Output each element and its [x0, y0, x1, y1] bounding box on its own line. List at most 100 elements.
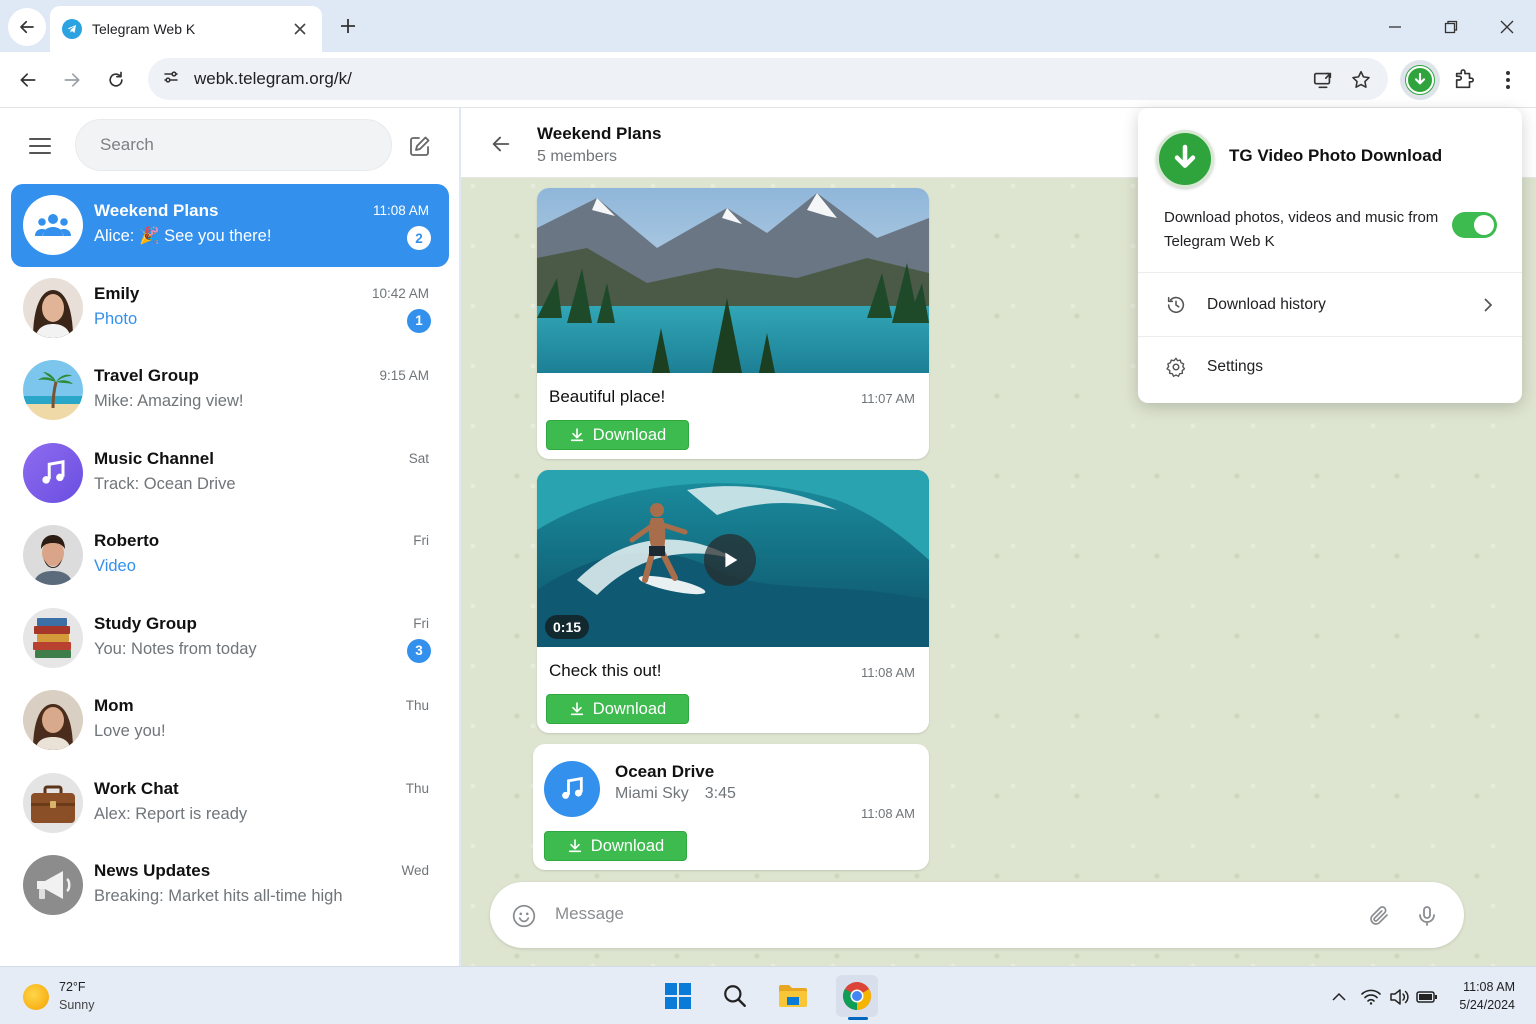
attach-icon[interactable] — [1364, 901, 1394, 931]
megaphone-icon — [37, 871, 71, 899]
avatar — [23, 772, 83, 833]
emoji-icon[interactable] — [510, 902, 538, 930]
reload-button[interactable] — [98, 62, 134, 98]
hamburger-icon — [29, 138, 51, 154]
site-settings-icon[interactable] — [162, 68, 180, 91]
download-icon — [570, 428, 583, 442]
close-tab-icon[interactable] — [290, 19, 310, 39]
taskbar-search-button[interactable] — [714, 975, 756, 1017]
clock-date[interactable]: 5/24/2024 — [1459, 998, 1515, 1012]
download-label: Download — [590, 836, 665, 855]
tg-downloader-extension-button[interactable] — [1400, 60, 1440, 100]
mountain-lake-photo[interactable] — [537, 188, 929, 373]
chat-item-study-group[interactable]: Study Group You: Notes from today Fri 3 — [11, 597, 449, 680]
chat-preview: Video — [94, 557, 136, 576]
gear-icon — [1164, 355, 1188, 379]
settings-label: Settings — [1207, 358, 1264, 375]
briefcase-icon — [31, 785, 75, 823]
bookmark-star-icon[interactable] — [1348, 67, 1374, 93]
books-icon — [33, 617, 71, 658]
chat-preview: Photo — [94, 310, 137, 329]
chat-preview-text: Photo — [94, 309, 138, 328]
audio-duration: 3:45 — [704, 785, 736, 802]
chat-item-roberto[interactable]: Roberto Video Fri — [11, 514, 449, 597]
chat-name: Roberto — [94, 531, 160, 550]
chat-item-work-chat[interactable]: Work Chat Alex: Report is ready Thu — [11, 762, 449, 845]
avatar — [23, 607, 83, 668]
new-tab-button[interactable] — [334, 12, 362, 40]
clock-time[interactable]: 11:08 AM — [1463, 980, 1515, 994]
main-menu-button[interactable] — [24, 132, 56, 160]
settings-item[interactable]: Settings — [1138, 337, 1522, 397]
chat-item-weekend-plans[interactable]: Weekend Plans Alice: 🎉 See you there! 11… — [11, 184, 449, 267]
back-button[interactable] — [10, 62, 46, 98]
chrome-icon — [843, 982, 871, 1010]
download-history-item[interactable]: Download history — [1138, 275, 1522, 335]
url-text[interactable]: webk.telegram.org/k/ — [194, 69, 352, 89]
volume-icon[interactable] — [1388, 986, 1410, 1008]
search-input[interactable]: Search — [75, 119, 392, 171]
chat-preview-text: Love you! — [94, 722, 166, 740]
battery-icon[interactable] — [1416, 986, 1438, 1008]
chat-time: Thu — [405, 698, 429, 713]
play-icon — [725, 552, 738, 568]
chat-preview-sender: You: — [94, 639, 127, 658]
browser-menu-button[interactable] — [1488, 60, 1528, 100]
browser-tab[interactable]: Telegram Web K — [50, 6, 322, 52]
address-bar[interactable]: webk.telegram.org/k/ — [148, 58, 1388, 100]
audio-play-button[interactable] — [544, 761, 600, 817]
chat-name: Emily — [94, 283, 140, 303]
photo-message: Beautiful place! 11:07 AM Download — [537, 188, 929, 459]
tab-search-button[interactable] — [8, 8, 46, 46]
message-input[interactable]: Message — [555, 904, 624, 924]
chat-item-mom[interactable]: Mom Love you! Thu — [11, 679, 449, 762]
chat-members-count: 5 members — [537, 148, 618, 165]
chat-item-emily[interactable]: Emily Photo 10:42 AM 1 — [11, 267, 449, 350]
extension-popup: TG Video Photo Download Download photos,… — [1138, 108, 1522, 403]
chat-item-music-channel[interactable]: Music Channel Track: Ocean Drive Sat — [11, 432, 449, 515]
chat-item-travel-group[interactable]: Travel Group Mike: Amazing view! 9:15 AM — [11, 349, 449, 432]
compose-icon — [410, 136, 430, 156]
weather-temperature[interactable]: 72°F — [59, 980, 86, 994]
message-time: 11:07 AM — [861, 391, 915, 406]
divider — [1138, 272, 1522, 273]
microphone-icon[interactable] — [1412, 901, 1442, 931]
arrow-left-icon — [20, 20, 34, 34]
download-icon — [568, 839, 581, 853]
sun-icon[interactable] — [23, 984, 49, 1010]
woman-avatar-icon — [23, 277, 83, 338]
new-message-button[interactable] — [404, 130, 436, 162]
download-button[interactable]: Download — [546, 420, 689, 450]
download-button[interactable]: Download — [546, 694, 689, 724]
chat-preview-text: Video — [94, 557, 136, 575]
chevron-up-icon[interactable] — [1328, 986, 1350, 1008]
chat-name: News Updates — [94, 861, 211, 880]
back-button[interactable] — [485, 128, 517, 160]
arrow-left-icon — [492, 136, 510, 152]
start-button[interactable] — [657, 975, 699, 1017]
restore-button[interactable] — [1434, 10, 1468, 44]
avatar — [23, 442, 83, 503]
minimize-button[interactable] — [1378, 10, 1412, 44]
puzzle-icon — [1455, 69, 1474, 89]
message-composer[interactable]: Message — [490, 882, 1464, 948]
download-button[interactable]: Download — [544, 831, 687, 861]
close-window-button[interactable] — [1490, 10, 1524, 44]
surfing-video[interactable]: 0:15 — [537, 470, 929, 647]
man-avatar-icon — [23, 525, 83, 585]
group-avatar — [23, 195, 83, 255]
chat-item-news-updates[interactable]: News Updates Breaking: Market hits all-t… — [11, 844, 449, 927]
play-button[interactable] — [704, 534, 756, 586]
forward-button[interactable] — [54, 62, 90, 98]
file-explorer-button[interactable] — [772, 975, 814, 1017]
palm-beach-icon — [23, 360, 83, 420]
audio-meta: Miami Sky 3:45 — [615, 785, 736, 803]
chrome-taskbar-button[interactable] — [836, 975, 878, 1017]
wifi-icon[interactable] — [1360, 986, 1382, 1008]
enable-download-toggle[interactable] — [1452, 212, 1497, 238]
extensions-button[interactable] — [1444, 60, 1484, 100]
download-extension-icon — [1406, 66, 1434, 94]
weather-condition[interactable]: Sunny — [59, 998, 94, 1012]
chat-preview-text: Track: Ocean Drive — [94, 474, 236, 493]
install-app-icon[interactable] — [1310, 67, 1336, 93]
